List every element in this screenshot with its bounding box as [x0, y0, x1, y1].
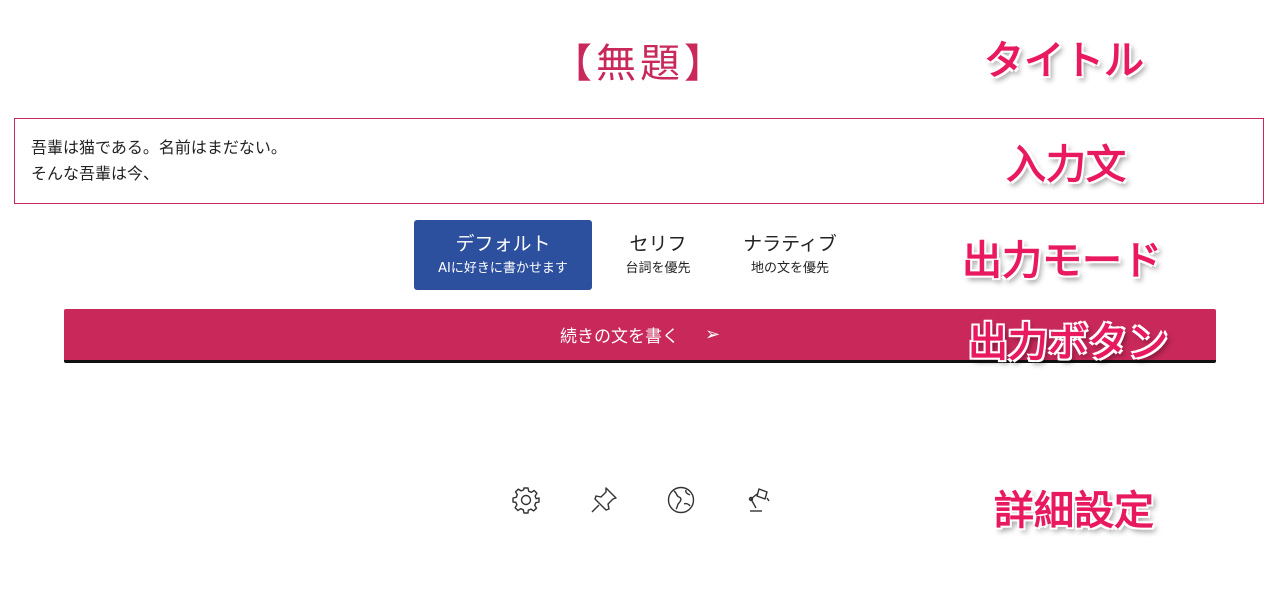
- globe-button[interactable]: [663, 484, 699, 520]
- annotation-title: タイトル: [984, 38, 1144, 84]
- pin-button[interactable]: [586, 484, 622, 520]
- mode-description: 地の文を優先: [750, 261, 829, 276]
- output-button-label: 続きの文を書く: [559, 327, 679, 347]
- mode-label: デフォルト: [455, 233, 551, 255]
- mode-description: AIに好きに書かせます: [438, 261, 568, 276]
- mode-narrative-button[interactable]: ナラティブ 地の文を優先: [724, 220, 856, 290]
- globe-icon: [666, 485, 696, 519]
- mode-label: セリフ: [629, 233, 687, 255]
- gear-icon: [511, 485, 541, 519]
- annotation-input: 入力文: [1006, 142, 1126, 188]
- page-title[interactable]: 【無題】: [480, 30, 800, 90]
- lamp-button[interactable]: [740, 484, 776, 520]
- arrow-icon: ➢: [704, 324, 721, 345]
- annotation-mode: 出力モード: [962, 238, 1162, 284]
- mode-label: ナラティブ: [743, 233, 837, 255]
- annotation-output: 出力ボタン: [968, 320, 1168, 366]
- mode-description: 台詞を優先: [625, 261, 691, 276]
- mode-serif-button[interactable]: セリフ 台詞を優先: [600, 220, 716, 290]
- annotation-detail: 詳細設定: [994, 488, 1154, 534]
- pushpin-icon: [589, 485, 619, 519]
- settings-button[interactable]: [508, 484, 544, 520]
- desk-lamp-icon: [743, 485, 773, 519]
- mode-default-button[interactable]: デフォルト AIに好きに書かせます: [414, 220, 592, 290]
